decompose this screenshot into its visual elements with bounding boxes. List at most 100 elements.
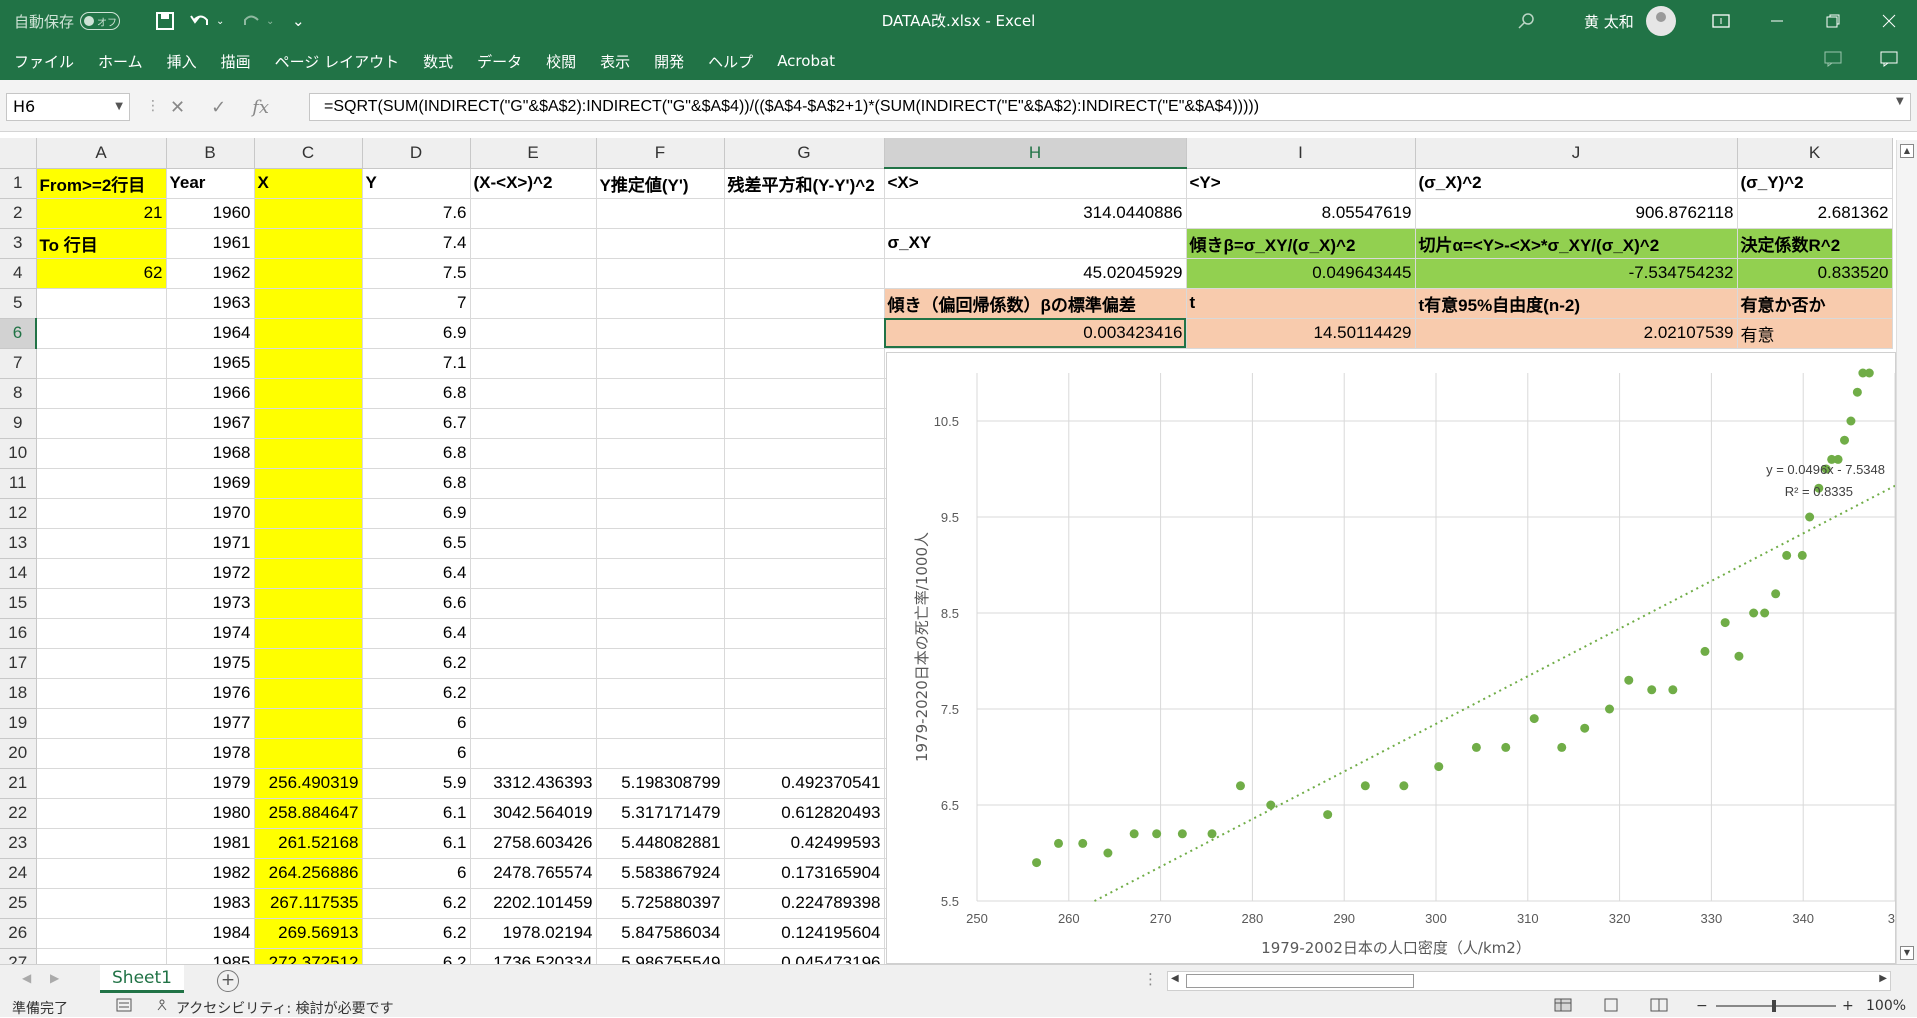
row-header[interactable]: 10 <box>0 438 37 469</box>
column-header[interactable]: B <box>166 138 255 169</box>
search-icon[interactable] <box>1518 0 1536 42</box>
cell-E21[interactable]: 3312.436393 <box>470 768 597 799</box>
cell-A5[interactable] <box>36 288 167 319</box>
add-sheet-icon[interactable]: + <box>217 970 239 992</box>
cell-F24[interactable]: 5.583867924 <box>596 858 725 889</box>
cell-H2[interactable]: 314.0440886 <box>884 198 1187 229</box>
cell-J5[interactable]: t有意95%自由度(n-2) <box>1415 288 1738 319</box>
cell-E10[interactable] <box>470 438 597 469</box>
cell-F10[interactable] <box>596 438 725 469</box>
cell-A3[interactable]: To 行目 <box>36 228 167 259</box>
cell-D17[interactable]: 6.2 <box>362 648 471 679</box>
cell-D9[interactable]: 6.7 <box>362 408 471 439</box>
cell-J6[interactable]: 2.02107539 <box>1415 318 1738 349</box>
cell-C16[interactable] <box>254 618 363 649</box>
row-header[interactable]: 7 <box>0 348 37 379</box>
cell-E2[interactable] <box>470 198 597 229</box>
cell-D15[interactable]: 6.6 <box>362 588 471 619</box>
vertical-scrollbar[interactable]: ▲ ▼ <box>1896 140 1917 964</box>
cell-A26[interactable] <box>36 918 167 949</box>
cell-E4[interactable] <box>470 258 597 289</box>
zoom-out-icon[interactable]: − <box>1696 998 1708 1014</box>
cell-G25[interactable]: 0.224789398 <box>724 888 885 919</box>
autosave-toggle[interactable]: オフ <box>80 12 121 30</box>
cell-G20[interactable] <box>724 738 885 769</box>
cell-A11[interactable] <box>36 468 167 499</box>
row-header[interactable]: 25 <box>0 888 37 919</box>
column-header[interactable]: A <box>36 138 167 169</box>
cell-D21[interactable]: 5.9 <box>362 768 471 799</box>
row-header[interactable]: 3 <box>0 228 37 259</box>
sheet-tab-sheet1[interactable]: Sheet1 <box>100 965 184 993</box>
cell-B18[interactable]: 1976 <box>166 678 255 709</box>
cell-B15[interactable]: 1973 <box>166 588 255 619</box>
cell-F4[interactable] <box>596 258 725 289</box>
cell-D3[interactable]: 7.4 <box>362 228 471 259</box>
zoom-in-icon[interactable]: + <box>1842 998 1854 1014</box>
cell-F16[interactable] <box>596 618 725 649</box>
comments-icon[interactable] <box>1824 51 1842 71</box>
customize-toolbar-icon[interactable]: ⌄ <box>292 0 305 42</box>
cell-C6[interactable] <box>254 318 363 349</box>
cell-J1[interactable]: (σ_X)^2 <box>1415 168 1738 199</box>
scroll-down-icon[interactable]: ▼ <box>1900 946 1914 960</box>
cell-A2[interactable]: 21 <box>36 198 167 229</box>
cell-A13[interactable] <box>36 528 167 559</box>
cell-D2[interactable]: 7.6 <box>362 198 471 229</box>
cell-D26[interactable]: 6.2 <box>362 918 471 949</box>
cell-C10[interactable] <box>254 438 363 469</box>
cell-F19[interactable] <box>596 708 725 739</box>
split-handle-icon[interactable]: ⋮ <box>1143 970 1158 988</box>
cell-F22[interactable]: 5.317171479 <box>596 798 725 829</box>
cell-C22[interactable]: 258.884647 <box>254 798 363 829</box>
cell-G9[interactable] <box>724 408 885 439</box>
row-header[interactable]: 24 <box>0 858 37 889</box>
cell-C25[interactable]: 267.117535 <box>254 888 363 919</box>
cell-F18[interactable] <box>596 678 725 709</box>
cell-D11[interactable]: 6.8 <box>362 468 471 499</box>
row-header[interactable]: 9 <box>0 408 37 439</box>
cell-B26[interactable]: 1984 <box>166 918 255 949</box>
row-header[interactable]: 19 <box>0 708 37 739</box>
cell-C1[interactable]: X <box>254 168 363 199</box>
accessibility-status[interactable]: アクセシビリティ: 検討が必要です <box>176 998 394 1018</box>
cell-B8[interactable]: 1966 <box>166 378 255 409</box>
cell-E7[interactable] <box>470 348 597 379</box>
row-header[interactable]: 11 <box>0 468 37 499</box>
cell-I4[interactable]: 0.049643445 <box>1186 258 1416 289</box>
cell-A22[interactable] <box>36 798 167 829</box>
chevron-down-icon[interactable]: ▼ <box>115 94 123 120</box>
cell-C21[interactable]: 256.490319 <box>254 768 363 799</box>
cell-F6[interactable] <box>596 318 725 349</box>
cell-B24[interactable]: 1982 <box>166 858 255 889</box>
cell-D14[interactable]: 6.4 <box>362 558 471 589</box>
cell-F7[interactable] <box>596 348 725 379</box>
cell-G26[interactable]: 0.124195604 <box>724 918 885 949</box>
normal-view-icon[interactable] <box>1554 998 1572 1016</box>
cell-H6[interactable]: 0.003423416 <box>884 318 1187 349</box>
cell-G4[interactable] <box>724 258 885 289</box>
row-header[interactable]: 15 <box>0 588 37 619</box>
select-all-corner[interactable] <box>0 138 37 169</box>
row-header[interactable]: 12 <box>0 498 37 529</box>
cell-D25[interactable]: 6.2 <box>362 888 471 919</box>
cell-B22[interactable]: 1980 <box>166 798 255 829</box>
cell-A18[interactable] <box>36 678 167 709</box>
cell-H1[interactable]: <X> <box>884 168 1187 199</box>
cell-E23[interactable]: 2758.603426 <box>470 828 597 859</box>
chevron-right-icon[interactable]: ▶ <box>50 971 59 985</box>
column-header[interactable]: H <box>884 138 1187 169</box>
cell-I5[interactable]: t <box>1186 288 1416 319</box>
cell-I3[interactable]: 傾きβ=σ_XY/(σ_X)^2 <box>1186 228 1416 259</box>
cell-E5[interactable] <box>470 288 597 319</box>
tab-view[interactable]: 表示 <box>600 51 630 72</box>
cell-G21[interactable]: 0.492370541 <box>724 768 885 799</box>
row-header[interactable]: 6 <box>0 318 37 349</box>
cell-C3[interactable] <box>254 228 363 259</box>
cell-B1[interactable]: Year <box>166 168 255 199</box>
cell-C24[interactable]: 264.256886 <box>254 858 363 889</box>
cell-F20[interactable] <box>596 738 725 769</box>
cell-H3[interactable]: σ_XY <box>884 228 1187 259</box>
scroll-up-icon[interactable]: ▲ <box>1900 144 1914 158</box>
cell-I6[interactable]: 14.50114429 <box>1186 318 1416 349</box>
